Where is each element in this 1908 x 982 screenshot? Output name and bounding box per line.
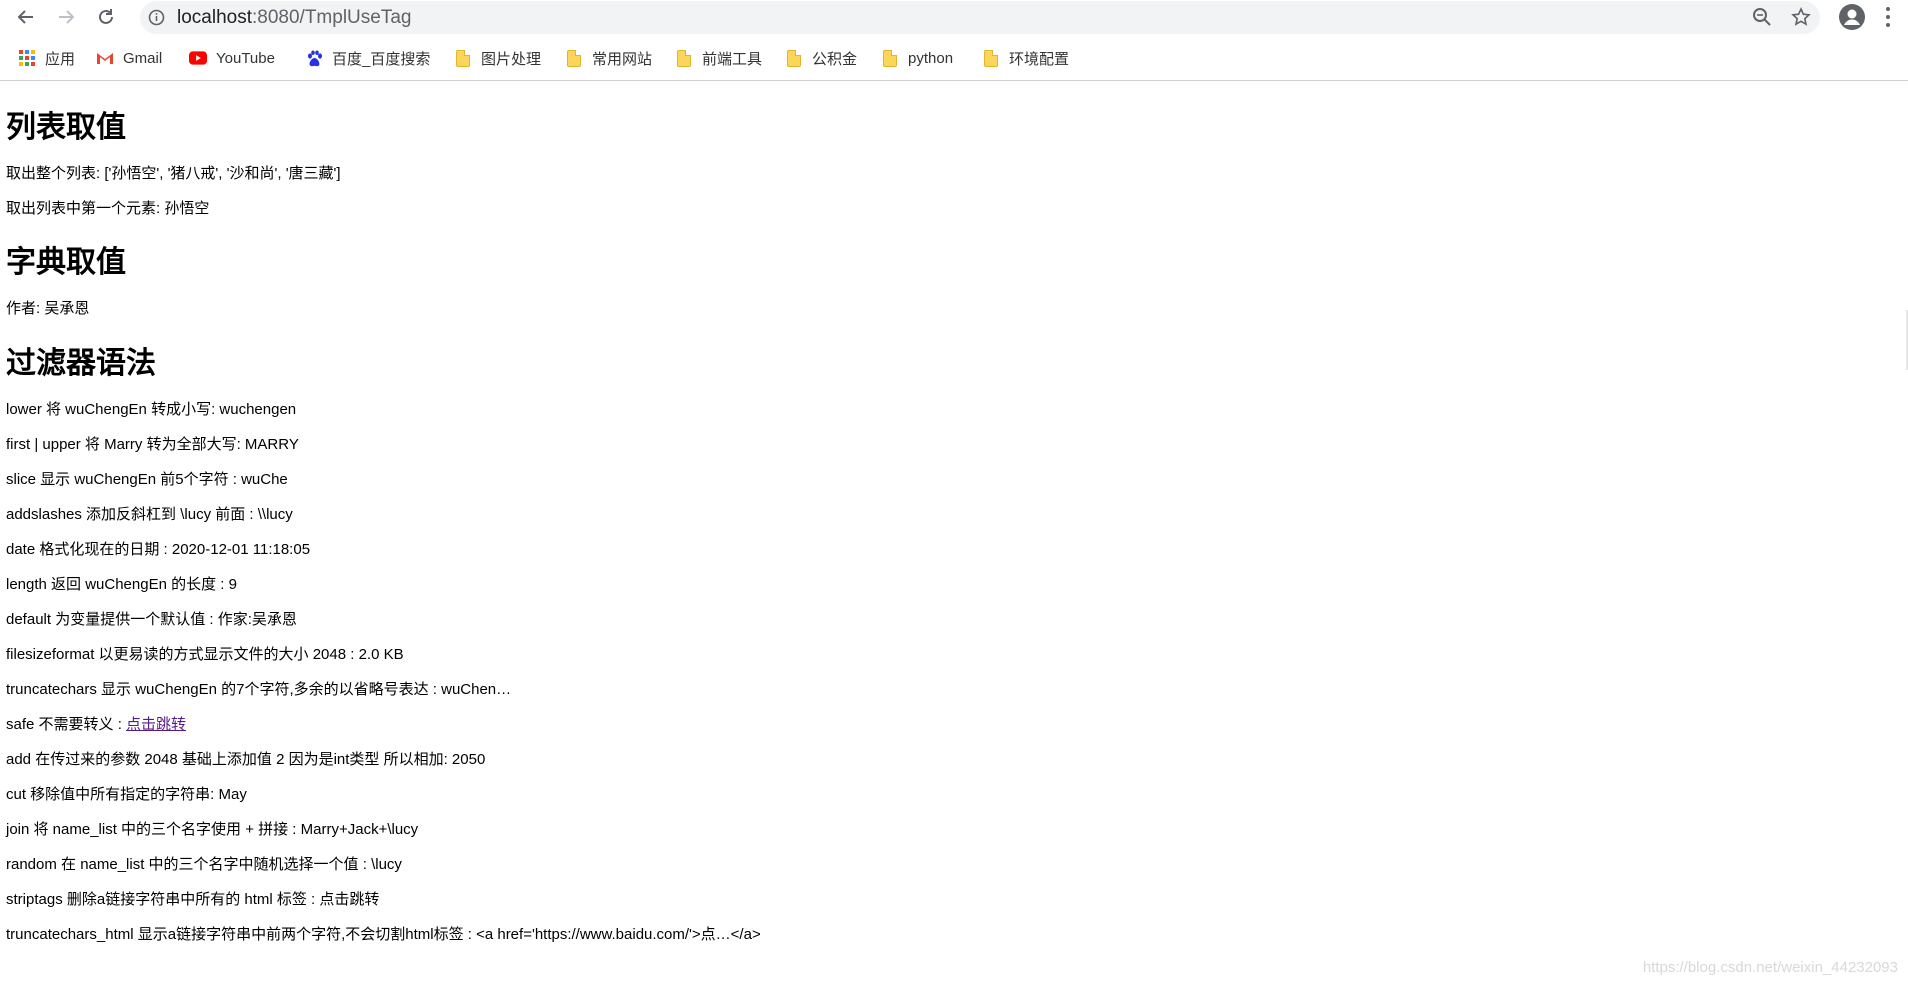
bookmark-folder-fund[interactable]: 公积金: [785, 44, 857, 72]
bookmark-folder-sites[interactable]: 常用网站: [565, 44, 652, 72]
filter-line: default 为变量提供一个默认值 : 作家:吴承恩: [6, 611, 297, 628]
filter-line: date 格式化现在的日期 : 2020-12-01 11:18:05: [6, 541, 311, 558]
browser-toolbar: localhost:8080/TmplUseTag: [0, 0, 1908, 36]
filter-line: slice 显示 wuChengEn 前5个字符 : wuChe: [6, 471, 288, 488]
bookmark-youtube[interactable]: YouTube: [189, 44, 275, 72]
folder-icon: [675, 49, 693, 67]
bookmark-gmail[interactable]: Gmail: [96, 44, 162, 72]
folder-icon: [565, 49, 583, 67]
filter-line: truncatechars 显示 wuChengEn 的7个字符,多余的以省略号…: [6, 681, 512, 698]
reload-icon: [99, 9, 113, 24]
watermark: https://blog.csdn.net/weixin_44232093: [1642, 959, 1898, 976]
zoom-icon[interactable]: [1752, 7, 1772, 31]
filter-line: first | upper 将 Marry 转为全部大写: MARRY: [6, 436, 299, 453]
address-bar[interactable]: localhost:8080/TmplUseTag: [140, 1, 1820, 34]
folder-icon: [982, 49, 1000, 67]
filter-line: cut 移除值中所有指定的字符串: May: [6, 786, 247, 803]
url-text[interactable]: localhost:8080/TmplUseTag: [177, 7, 411, 29]
filter-line: truncatechars_html 显示a链接字符串中前两个字符,不会切割ht…: [6, 926, 761, 943]
heading-filter-syntax: 过滤器语法: [6, 346, 156, 381]
apps-grid-icon: [18, 49, 36, 67]
forward-button[interactable]: [54, 5, 78, 29]
bookmark-folder-python[interactable]: python: [881, 44, 953, 72]
dict-line: 作者: 吴承恩: [6, 300, 90, 317]
bookmark-star-icon[interactable]: [1791, 7, 1811, 31]
bookmarks-bar: 应用 Gmail YouTube 百度_百度搜索 图片处理 常用网站 前端工具 …: [0, 44, 1908, 72]
filter-line: random 在 name_list 中的三个名字中随机选择一个值 : \luc…: [6, 856, 402, 873]
back-button[interactable]: [14, 5, 38, 29]
site-info-icon[interactable]: [148, 9, 165, 30]
forward-arrow-icon: [59, 10, 75, 24]
reload-button[interactable]: [94, 5, 118, 29]
filter-line: addslashes 添加反斜杠到 \lucy 前面 : \\lucy: [6, 506, 293, 523]
folder-icon: [785, 49, 803, 67]
bookmark-apps[interactable]: 应用: [18, 44, 75, 72]
filter-line: striptags 删除a链接字符串中所有的 html 标签 : 点击跳转: [6, 891, 380, 908]
list-line: 取出列表中第一个元素: 孙悟空: [6, 200, 210, 217]
gmail-icon: [96, 49, 114, 67]
folder-icon: [454, 49, 472, 67]
profile-avatar-icon[interactable]: [1838, 3, 1866, 35]
filter-line: lower 将 wuChengEn 转成小写: wuchengen: [6, 401, 297, 418]
bookmark-baidu[interactable]: 百度_百度搜索: [305, 44, 430, 72]
filter-line-safe: safe 不需要转义 : 点击跳转: [6, 716, 187, 733]
filter-line: join 将 name_list 中的三个名字使用 + 拼接 : Marry+J…: [6, 821, 419, 838]
back-arrow-icon: [17, 10, 33, 24]
jump-link[interactable]: 点击跳转: [126, 716, 186, 733]
bookmark-folder-env[interactable]: 环境配置: [982, 44, 1069, 72]
heading-list-values: 列表取值: [6, 110, 126, 145]
list-line: 取出整个列表: ['孙悟空', '猪八戒', '沙和尚', '唐三藏']: [6, 165, 341, 182]
filter-line: add 在传过来的参数 2048 基础上添加值 2 因为是int类型 所以相加:…: [6, 751, 486, 768]
folder-icon: [881, 49, 899, 67]
filter-line: length 返回 wuChengEn 的长度 : 9: [6, 576, 237, 593]
browser-chrome: localhost:8080/TmplUseTag 应用 Gmail YouTu…: [0, 0, 1908, 81]
heading-dict-values: 字典取值: [6, 245, 126, 280]
baidu-paw-icon: [305, 49, 323, 67]
youtube-icon: [189, 49, 207, 67]
bookmark-folder-image[interactable]: 图片处理: [454, 44, 541, 72]
menu-kebab-icon[interactable]: [1885, 6, 1891, 32]
filter-line: filesizeformat 以更易读的方式显示文件的大小 2048 : 2.0…: [6, 646, 404, 663]
bookmark-folder-frontend[interactable]: 前端工具: [675, 44, 762, 72]
